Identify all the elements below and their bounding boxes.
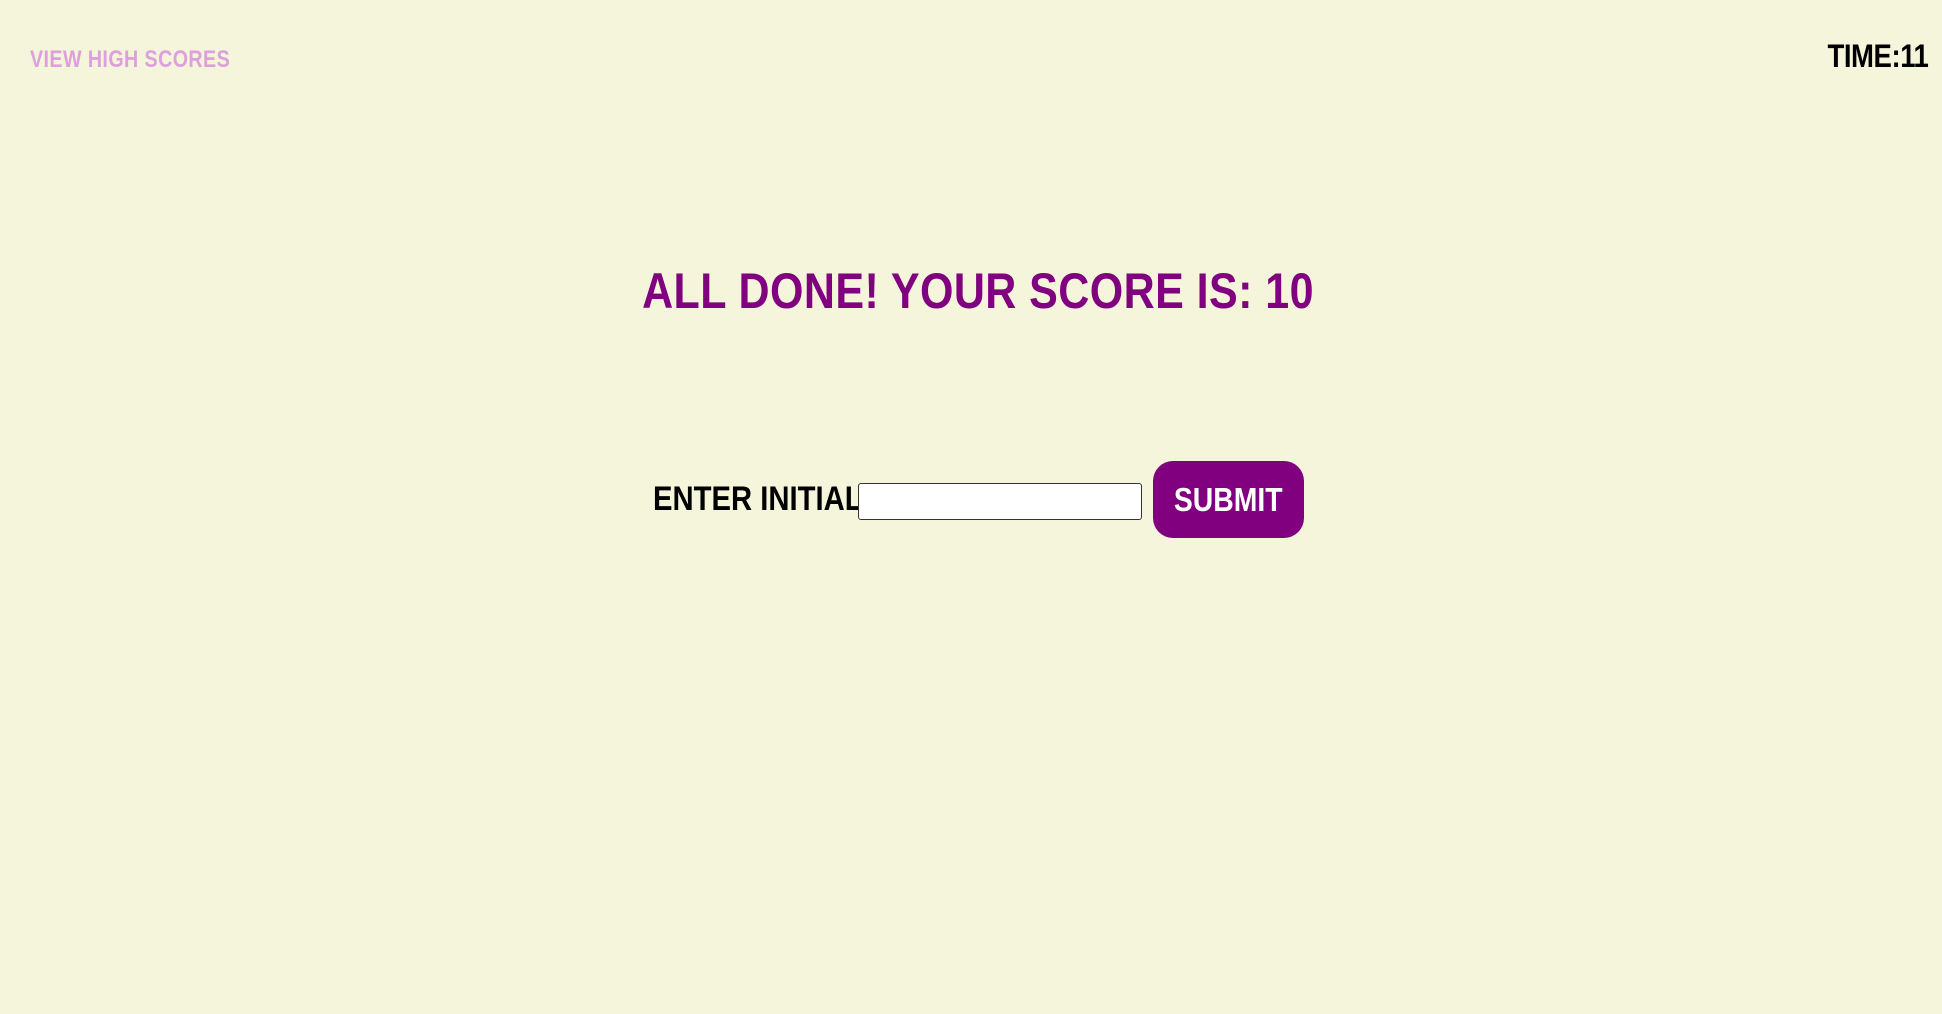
timer-label: Time: <box>1827 38 1900 74</box>
final-score-heading: All Done! Your score is: 10 <box>642 263 1314 319</box>
timer-value: 11 <box>1899 38 1929 74</box>
initials-form: Enter Initials: Submit <box>0 460 1942 540</box>
initials-label: Enter Initials: <box>653 480 892 518</box>
timer: Time: 11 <box>1827 38 1928 75</box>
submit-button-label: Submit <box>1174 480 1283 518</box>
view-high-scores-link[interactable]: View High Scores <box>30 46 230 74</box>
submit-button[interactable]: Submit <box>1153 461 1304 538</box>
initials-input[interactable] <box>858 483 1142 520</box>
